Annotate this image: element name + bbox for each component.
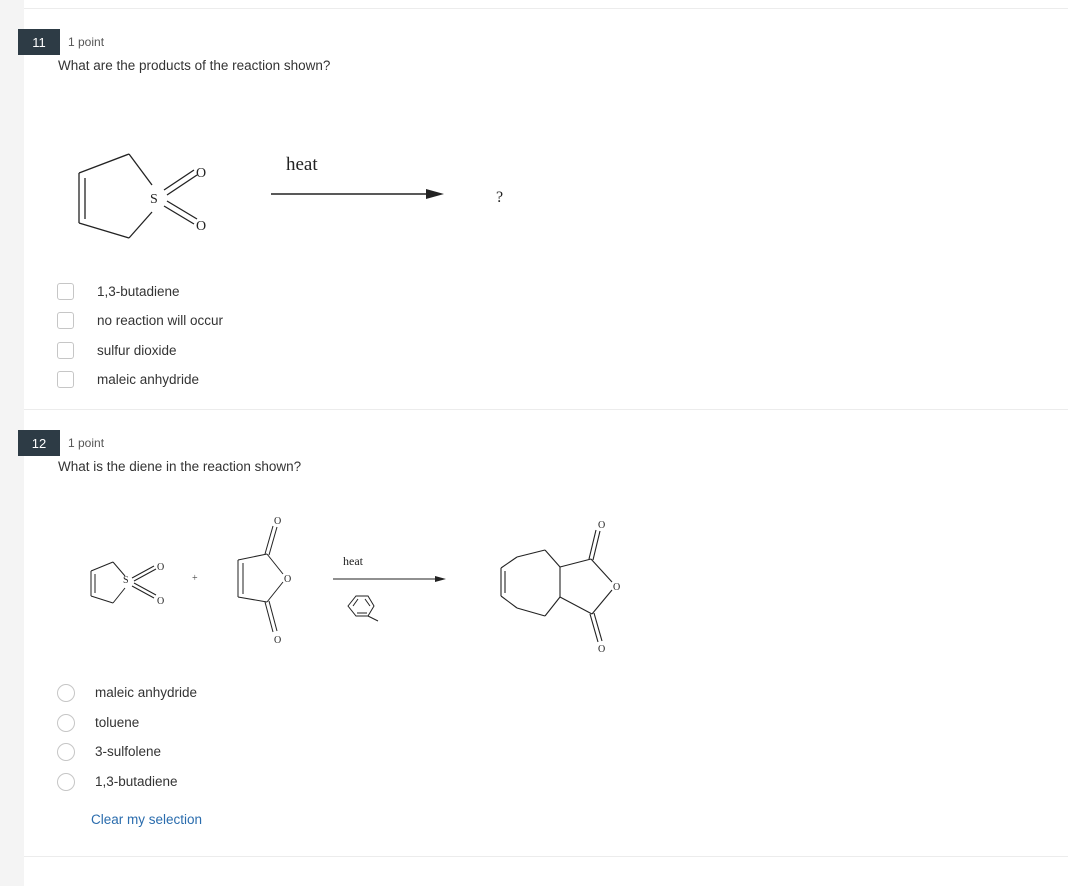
arrow-label: heat xyxy=(343,554,364,568)
divider-bottom xyxy=(24,856,1068,857)
option-label: sulfur dioxide xyxy=(97,343,177,358)
option-checkbox[interactable] xyxy=(57,371,74,388)
option-radio[interactable] xyxy=(57,743,75,761)
option-radio[interactable] xyxy=(57,684,75,702)
oxygen-atom-label: O xyxy=(157,562,164,573)
reaction-figure-q12: S O O + O O O heat O O O xyxy=(90,516,620,655)
oxygen-atom-label: O xyxy=(598,644,605,655)
reaction-arrowhead xyxy=(426,189,444,199)
option-label: maleic anhydride xyxy=(95,685,198,700)
option-checkbox[interactable] xyxy=(57,342,74,359)
option-label: toluene xyxy=(95,715,140,730)
oxygen-atom-label: O xyxy=(598,520,605,531)
plus-sign: + xyxy=(192,573,198,584)
maleic-anhydride-structure xyxy=(237,525,284,633)
product-structure xyxy=(500,529,613,643)
question-prompt: What are the products of the reaction sh… xyxy=(58,58,331,73)
sulfolene-structure xyxy=(78,153,198,239)
reaction-arrowhead xyxy=(435,576,446,582)
option-checkbox[interactable] xyxy=(57,283,74,300)
arrow-label: heat xyxy=(286,154,318,175)
option-label: 1,3-butadiene xyxy=(95,774,178,789)
oxygen-atom-label: O xyxy=(196,166,206,181)
oxygen-atom-label: O xyxy=(284,574,291,585)
option-radio[interactable] xyxy=(57,773,75,791)
option-checkbox[interactable] xyxy=(57,312,74,329)
oxygen-atom-label: O xyxy=(157,596,164,607)
question-number-badge: 11 xyxy=(18,29,60,55)
option-label: maleic anhydride xyxy=(97,372,200,387)
sulfur-atom-label: S xyxy=(123,575,129,586)
option-label: no reaction will occur xyxy=(97,313,224,328)
option-radio[interactable] xyxy=(57,714,75,732)
question-number-badge: 12 xyxy=(18,430,60,456)
oxygen-atom-label: O xyxy=(196,219,206,234)
reaction-figure-q11: S O O heat ? xyxy=(78,153,503,239)
divider-top xyxy=(24,8,1068,9)
points-label: 1 point xyxy=(68,35,105,49)
points-label: 1 point xyxy=(68,436,105,450)
oxygen-atom-label: O xyxy=(274,516,281,527)
option-label: 1,3-butadiene xyxy=(97,284,180,299)
clear-selection-link[interactable]: Clear my selection xyxy=(91,812,202,827)
product-unknown: ? xyxy=(496,189,503,206)
sulfur-atom-label: S xyxy=(150,192,158,207)
toluene-structure xyxy=(347,595,379,622)
divider-middle xyxy=(24,409,1068,410)
question-prompt: What is the diene in the reaction shown? xyxy=(58,459,302,474)
oxygen-atom-label: O xyxy=(274,635,281,646)
option-label: 3-sulfolene xyxy=(95,744,162,759)
oxygen-atom-label: O xyxy=(613,582,620,593)
